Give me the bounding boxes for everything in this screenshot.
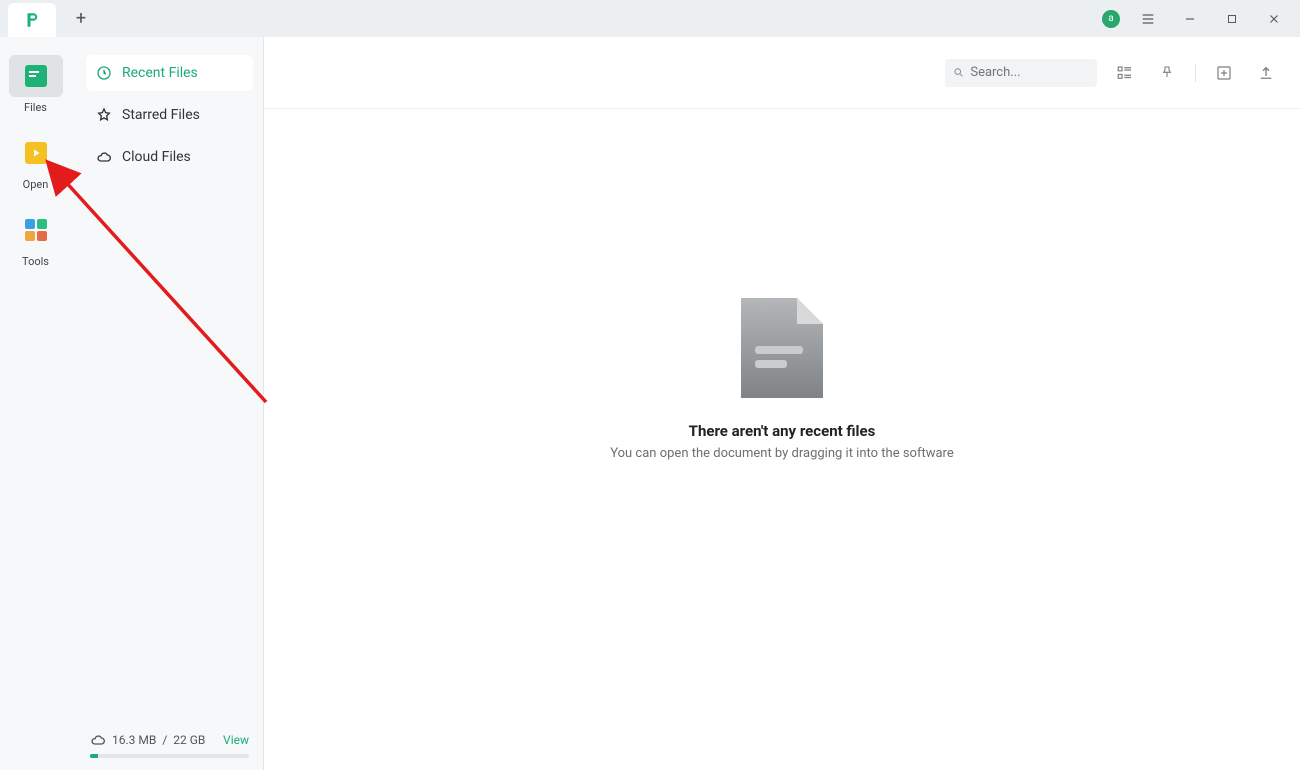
rail-label: Files xyxy=(24,101,47,114)
avatar[interactable]: a xyxy=(1102,10,1120,28)
window-close-button[interactable] xyxy=(1260,5,1288,33)
star-icon xyxy=(96,107,112,123)
sidebar: Recent Files Starred Files Cloud Files 1… xyxy=(72,37,264,770)
window-maximize-button[interactable] xyxy=(1218,5,1246,33)
cloud-icon xyxy=(90,732,106,748)
window-minimize-button[interactable] xyxy=(1176,5,1204,33)
files-icon xyxy=(9,55,63,97)
nav-rail: Files Open Tools xyxy=(0,37,72,770)
search-box[interactable] xyxy=(945,59,1097,87)
new-tab-button[interactable]: + xyxy=(66,4,96,34)
pin-icon[interactable] xyxy=(1153,59,1181,87)
cloud-icon xyxy=(96,149,112,165)
clock-icon xyxy=(96,65,112,81)
search-input[interactable] xyxy=(970,65,1089,80)
sidebar-item-label: Starred Files xyxy=(122,107,200,123)
titlebar: + a xyxy=(0,0,1300,37)
sidebar-item-recent[interactable]: Recent Files xyxy=(86,55,253,91)
rail-label: Open xyxy=(23,178,49,191)
open-icon xyxy=(9,132,63,174)
rail-item-tools[interactable]: Tools xyxy=(9,209,63,268)
app-body: Files Open Tools Recent Files xyxy=(0,37,1300,770)
sidebar-item-starred[interactable]: Starred Files xyxy=(86,97,253,133)
storage-sep: / xyxy=(162,733,167,747)
storage-used: 16.3 MB xyxy=(112,733,156,747)
avatar-initial: a xyxy=(1108,13,1113,24)
empty-title: There aren't any recent files xyxy=(689,422,876,440)
main-area: There aren't any recent files You can op… xyxy=(264,37,1300,770)
app-tab[interactable] xyxy=(8,3,56,37)
toolbar-separator xyxy=(1195,64,1196,82)
document-icon xyxy=(741,298,823,398)
sidebar-list: Recent Files Starred Files Cloud Files xyxy=(86,55,253,726)
storage-status: 16.3 MB / 22 GB View xyxy=(86,726,253,760)
storage-progress-fill xyxy=(90,754,98,758)
titlebar-right: a xyxy=(1102,5,1300,33)
empty-subtitle: You can open the document by dragging it… xyxy=(610,446,954,461)
empty-state: There aren't any recent files You can op… xyxy=(264,109,1300,770)
rail-item-open[interactable]: Open xyxy=(9,132,63,191)
upload-icon[interactable] xyxy=(1252,59,1280,87)
storage-total: 22 GB xyxy=(173,733,205,747)
hamburger-menu-icon[interactable] xyxy=(1134,5,1162,33)
add-file-icon[interactable] xyxy=(1210,59,1238,87)
search-icon xyxy=(953,66,964,79)
sidebar-item-cloud[interactable]: Cloud Files xyxy=(86,139,253,175)
rail-item-files[interactable]: Files xyxy=(9,55,63,114)
sidebar-item-label: Recent Files xyxy=(122,65,198,81)
toolbar xyxy=(264,37,1300,109)
titlebar-left: + xyxy=(0,0,96,37)
storage-progress xyxy=(90,754,249,758)
storage-view-link[interactable]: View xyxy=(223,733,249,747)
sidebar-item-label: Cloud Files xyxy=(122,149,191,165)
rail-label: Tools xyxy=(22,255,49,268)
tools-icon xyxy=(9,209,63,251)
list-view-icon[interactable] xyxy=(1111,59,1139,87)
app-logo-icon xyxy=(23,11,41,29)
plus-icon: + xyxy=(76,8,86,29)
